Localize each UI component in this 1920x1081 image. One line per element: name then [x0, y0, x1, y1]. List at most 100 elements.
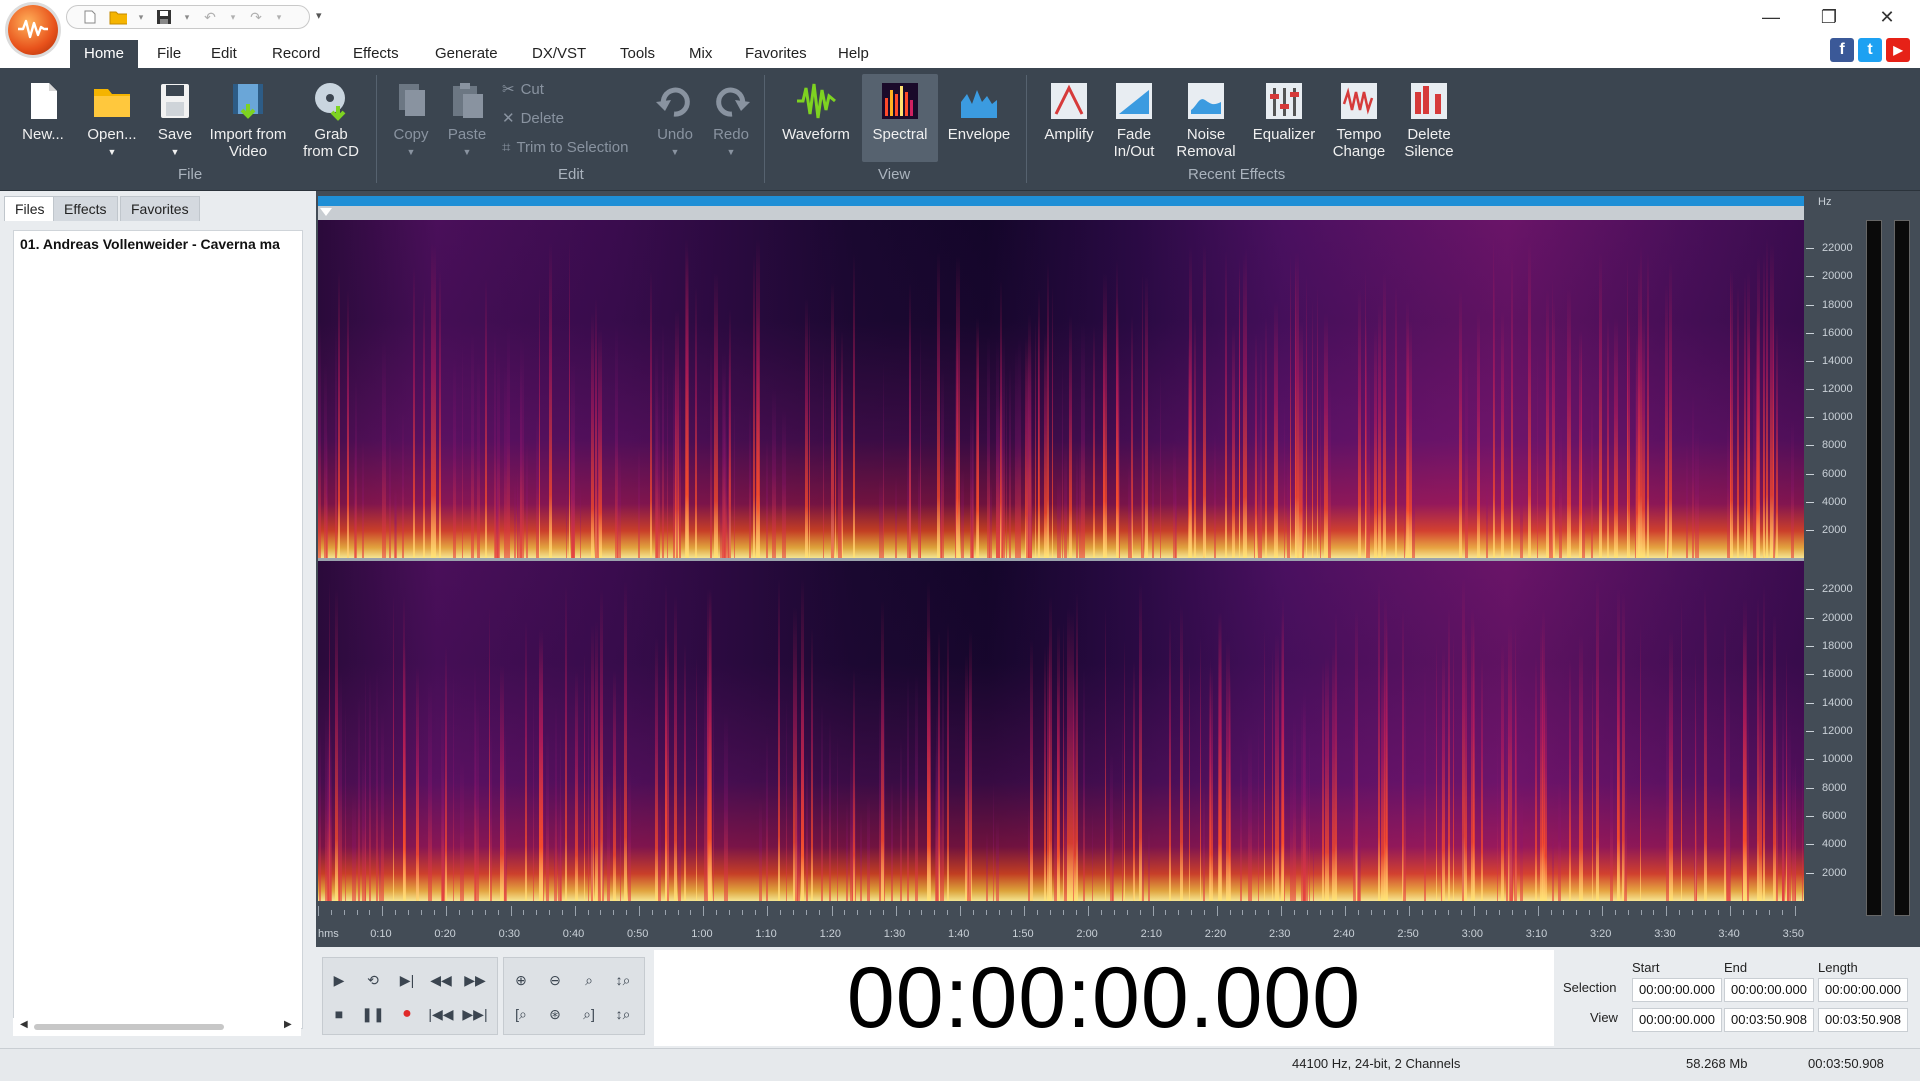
- zoom-vertical-out-button[interactable]: ↕⌕: [608, 1000, 638, 1028]
- time-tick: [1178, 910, 1180, 915]
- dropdown-arrow-icon[interactable]: ▼: [108, 144, 117, 161]
- cut-button[interactable]: ✂ Cut: [502, 80, 544, 99]
- envelope-view-button[interactable]: Envelope: [942, 80, 1016, 143]
- save-button[interactable]: Save ▼: [150, 80, 200, 161]
- spectral-streak: [657, 797, 661, 901]
- scroll-left-icon[interactable]: ◀: [20, 1019, 28, 1030]
- app-logo-icon[interactable]: [8, 5, 58, 55]
- import-from-video-button[interactable]: Import from Video: [206, 80, 290, 160]
- menu-help[interactable]: Help: [824, 40, 883, 68]
- redo-icon[interactable]: ↷: [247, 8, 265, 26]
- view-length-field[interactable]: 00:03:50.908: [1818, 1008, 1908, 1032]
- save-icon[interactable]: [155, 8, 173, 26]
- fade-in-out-button[interactable]: Fade In/Out: [1104, 80, 1164, 160]
- spectral-streak: [325, 428, 329, 558]
- spectral-streak: [694, 287, 698, 558]
- redo-button[interactable]: Redo ▼: [706, 80, 756, 161]
- rewind-button[interactable]: ◀◀: [426, 966, 456, 994]
- scrollbar-thumb[interactable]: [34, 1024, 224, 1030]
- zoom-selection-button[interactable]: [⌕: [506, 1000, 536, 1028]
- menu-generate[interactable]: Generate: [421, 40, 512, 68]
- menu-effects[interactable]: Effects: [339, 40, 413, 68]
- close-button[interactable]: ✕: [1858, 0, 1916, 34]
- overview-bar[interactable]: [318, 196, 1804, 206]
- pause-button[interactable]: ❚❚: [358, 1000, 388, 1028]
- view-start-field[interactable]: 00:00:00.000: [1632, 1008, 1722, 1032]
- selection-start-field[interactable]: 00:00:00.000: [1632, 978, 1722, 1002]
- undo-icon[interactable]: ↶: [201, 8, 219, 26]
- dropdown-arrow-icon[interactable]: ▾: [229, 8, 237, 26]
- dropdown-arrow-icon[interactable]: ▼: [727, 144, 736, 161]
- fast-forward-button[interactable]: ▶▶: [460, 966, 490, 994]
- zoom-full-button[interactable]: ⌕: [574, 966, 604, 994]
- open-folder-icon[interactable]: [109, 8, 127, 26]
- play-to-end-button[interactable]: ▶|: [392, 966, 422, 994]
- menu-favorites[interactable]: Favorites: [731, 40, 821, 68]
- dropdown-arrow-icon[interactable]: ▾: [183, 8, 191, 26]
- scroll-right-icon[interactable]: ▶: [284, 1019, 292, 1030]
- tab-effects[interactable]: Effects: [53, 196, 118, 221]
- play-button[interactable]: ▶: [324, 966, 354, 994]
- delete-silence-button[interactable]: Delete Silence: [1396, 80, 1462, 160]
- copy-button[interactable]: Copy ▼: [386, 80, 436, 161]
- zoom-to-end-button[interactable]: ⌕]: [574, 1000, 604, 1028]
- dropdown-arrow-icon[interactable]: ▼: [407, 144, 416, 161]
- open-button[interactable]: Open... ▼: [84, 80, 140, 161]
- file-list-item[interactable]: 01. Andreas Vollenweider - Caverna ma: [20, 236, 298, 252]
- waveform-view-button[interactable]: Waveform: [778, 80, 854, 143]
- spectral-streak: [628, 769, 631, 901]
- menu-tools[interactable]: Tools: [606, 40, 669, 68]
- spectrogram-channel-left[interactable]: [318, 220, 1804, 558]
- noise-removal-button[interactable]: Noise Removal: [1170, 80, 1242, 160]
- delete-button[interactable]: ✕ Delete: [502, 109, 564, 128]
- spectrogram-channel-right[interactable]: [318, 561, 1804, 901]
- undo-button[interactable]: Undo ▼: [650, 80, 700, 161]
- facebook-icon[interactable]: f: [1830, 38, 1854, 62]
- zoom-vertical-in-button[interactable]: ↕⌕: [608, 966, 638, 994]
- customize-toolbar-icon[interactable]: ▾: [316, 9, 322, 22]
- go-to-end-button[interactable]: ▶▶|: [460, 1000, 490, 1028]
- youtube-icon[interactable]: ▶: [1886, 38, 1910, 62]
- zoom-out-button[interactable]: ⊖: [540, 966, 570, 994]
- restore-button[interactable]: ❐: [1800, 0, 1858, 34]
- overview-track[interactable]: [318, 206, 1804, 220]
- selection-end-field[interactable]: 00:00:00.000: [1724, 978, 1814, 1002]
- go-to-start-button[interactable]: |◀◀: [426, 1000, 456, 1028]
- tempo-change-button[interactable]: Tempo Change: [1324, 80, 1394, 160]
- menu-record[interactable]: Record: [258, 40, 334, 68]
- spectral-streak: [1316, 286, 1318, 558]
- menu-file[interactable]: File: [143, 40, 195, 68]
- view-end-field[interactable]: 00:03:50.908: [1724, 1008, 1814, 1032]
- equalizer-button[interactable]: Equalizer: [1248, 80, 1320, 143]
- paste-button[interactable]: Paste ▼: [442, 80, 492, 161]
- grab-from-cd-button[interactable]: Grab from CD: [296, 80, 366, 160]
- spectral-streak: [733, 404, 735, 558]
- new-button[interactable]: New...: [16, 80, 70, 143]
- dropdown-arrow-icon[interactable]: ▾: [275, 8, 283, 26]
- twitter-icon[interactable]: t: [1858, 38, 1882, 62]
- dropdown-arrow-icon[interactable]: ▼: [171, 144, 180, 161]
- dropdown-arrow-icon[interactable]: ▼: [671, 144, 680, 161]
- spectral-view-button[interactable]: Spectral: [862, 74, 938, 162]
- time-ruler[interactable]: [316, 904, 1806, 946]
- dropdown-arrow-icon[interactable]: ▼: [463, 144, 472, 161]
- menu-home[interactable]: Home: [70, 40, 139, 68]
- tab-files[interactable]: Files: [4, 196, 56, 221]
- menu-dx-vst[interactable]: DX/VST: [518, 40, 600, 68]
- record-button[interactable]: ●: [392, 1000, 422, 1028]
- tab-favorites[interactable]: Favorites: [120, 196, 200, 221]
- playhead-marker-icon[interactable]: [320, 208, 332, 216]
- selection-length-field[interactable]: 00:00:00.000: [1818, 978, 1908, 1002]
- trim-to-selection-button[interactable]: ⌗ Trim to Selection: [502, 139, 628, 156]
- zoom-in-button[interactable]: ⊕: [506, 966, 536, 994]
- menu-edit[interactable]: Edit: [197, 40, 251, 68]
- minimize-button[interactable]: —: [1742, 0, 1800, 34]
- dropdown-arrow-icon[interactable]: ▾: [137, 8, 145, 26]
- amplify-button[interactable]: Amplify: [1038, 80, 1100, 143]
- zoom-fit-button[interactable]: ⊛: [540, 1000, 570, 1028]
- stop-button[interactable]: ■: [324, 1000, 354, 1028]
- loop-button[interactable]: ⟲: [358, 966, 388, 994]
- new-file-icon[interactable]: [81, 8, 99, 26]
- menu-mix[interactable]: Mix: [675, 40, 726, 68]
- spectral-streak: [1331, 646, 1335, 901]
